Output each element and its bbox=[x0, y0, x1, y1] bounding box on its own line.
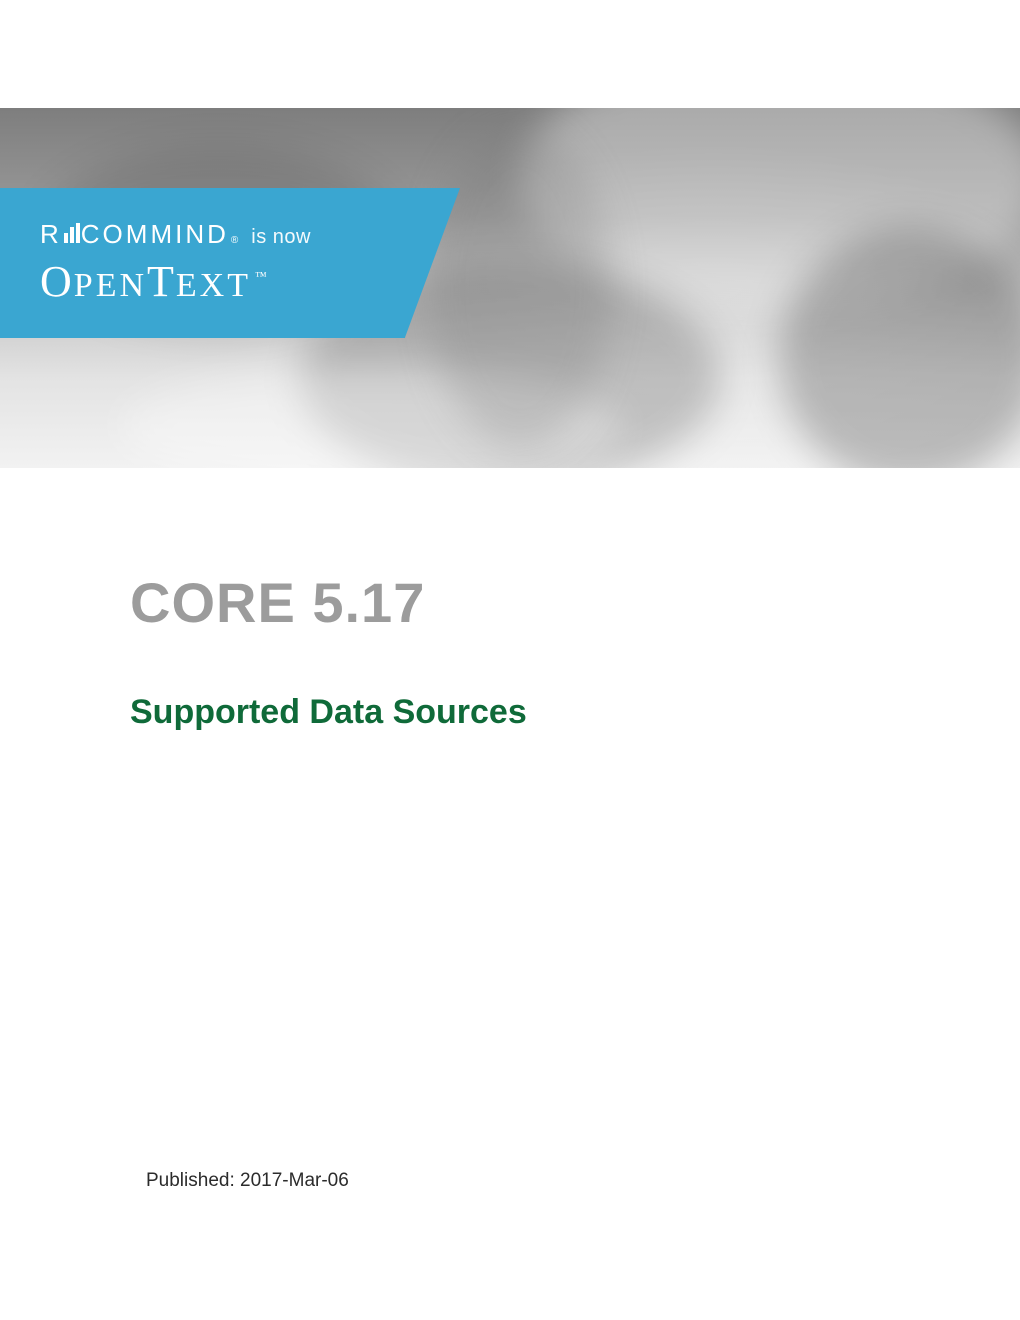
page-title: CORE 5.17 bbox=[130, 570, 930, 635]
brand-ot-pen: PEN bbox=[74, 267, 147, 304]
brand-recommind-logo: R COMMIND® bbox=[40, 219, 241, 250]
published-line: Published: 2017-Mar-06 bbox=[146, 1170, 349, 1192]
brand-recommind-r: R bbox=[40, 219, 62, 250]
published-label: Published: bbox=[146, 1170, 235, 1191]
hero-image: R COMMIND® is now OPENTEXT ™ bbox=[0, 108, 1020, 468]
brand-ot-o: O bbox=[40, 257, 74, 306]
brand-opentext-logo: OPENTEXT ™ bbox=[40, 256, 460, 307]
transition-text: is now bbox=[251, 226, 311, 249]
brand-recommind-bars-icon bbox=[64, 223, 80, 243]
brand-ot-t: T bbox=[147, 257, 176, 306]
brand-banner: R COMMIND® is now OPENTEXT ™ bbox=[0, 188, 460, 338]
brand-line-1: R COMMIND® is now bbox=[40, 219, 460, 250]
brand-recommind-rest: COMMIND bbox=[81, 219, 229, 250]
title-block: CORE 5.17 Supported Data Sources bbox=[130, 570, 930, 732]
hero-blur-shape bbox=[430, 128, 610, 448]
page-subtitle: Supported Data Sources bbox=[130, 693, 930, 732]
registered-mark: ® bbox=[231, 235, 241, 246]
document-cover-page: R COMMIND® is now OPENTEXT ™ CORE 5.17 Sup… bbox=[0, 0, 1020, 1320]
brand-ot-ext: EXT bbox=[176, 267, 251, 304]
published-date: 2017-Mar-06 bbox=[240, 1170, 349, 1191]
trademark-mark: ™ bbox=[255, 269, 269, 283]
